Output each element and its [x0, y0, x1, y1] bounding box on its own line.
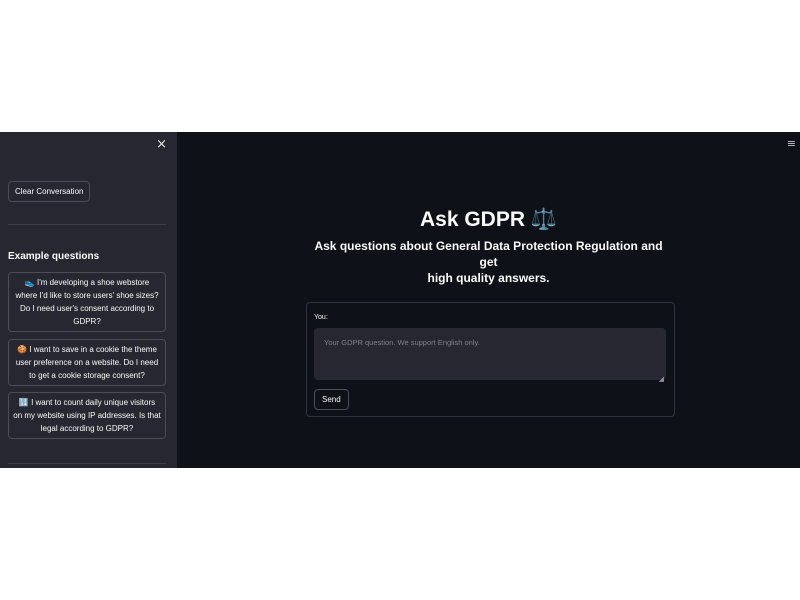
- example-line: GDPR?: [73, 317, 101, 326]
- shoe-icon: 👟: [24, 278, 35, 287]
- app-window: × Clear Conversation Example questions 👟…: [0, 132, 800, 468]
- example-question-cookie[interactable]: 🍪 I want to save in a cookie the theme u…: [8, 339, 166, 386]
- example-line: 👟 I'm developing a shoe webstore: [9, 276, 165, 289]
- example-line: 🍪 I want to save in a cookie the theme: [9, 343, 165, 356]
- example-line: Do I need user's consent according to: [19, 304, 155, 313]
- page-subtitle: Ask questions about General Data Protect…: [307, 238, 670, 286]
- example-question-ip[interactable]: 🔢 I want to count daily unique visitors …: [8, 392, 166, 439]
- example-line: 🔢 I want to count daily unique visitors: [9, 396, 165, 409]
- divider: [8, 463, 166, 464]
- example-text: I want to count daily unique visitors: [31, 398, 156, 407]
- hamburger-menu-icon[interactable]: ≡: [787, 137, 796, 150]
- scales-icon: ⚖️: [530, 208, 558, 231]
- example-text: I want to save in a cookie the theme: [29, 345, 157, 354]
- cookie-icon: 🍪: [17, 345, 28, 354]
- example-line: to get a cookie storage consent?: [29, 371, 145, 380]
- example-text: I'm developing a shoe webstore: [36, 278, 150, 287]
- question-input[interactable]: [314, 328, 666, 380]
- main-content: ≡ Ask GDPR ⚖️ Ask questions about Genera…: [177, 132, 800, 468]
- example-questions-heading: Example questions: [8, 251, 100, 262]
- subtitle-line: high quality answers.: [427, 271, 550, 285]
- question-form: You: ◢ Send: [306, 302, 675, 417]
- page-title: Ask GDPR ⚖️: [177, 208, 800, 232]
- numbers-icon: 🔢: [18, 398, 29, 407]
- example-line: user preference on a website. Do I need: [15, 358, 159, 367]
- close-icon[interactable]: ×: [156, 137, 167, 152]
- subtitle-line: Ask questions about General Data Protect…: [314, 239, 663, 269]
- example-line: legal according to GDPR?: [40, 424, 134, 433]
- title-text: Ask GDPR: [419, 208, 526, 231]
- example-line: where I'd like to store users' shoe size…: [15, 291, 159, 300]
- you-label: You:: [314, 314, 328, 321]
- clear-conversation-button[interactable]: Clear Conversation: [8, 181, 91, 202]
- divider: [8, 224, 166, 225]
- example-question-shoe[interactable]: 👟 I'm developing a shoe webstore where I…: [8, 272, 166, 332]
- send-button[interactable]: Send: [314, 389, 349, 410]
- sidebar: × Clear Conversation Example questions 👟…: [0, 132, 177, 468]
- resize-handle-icon[interactable]: ◢: [659, 375, 664, 383]
- example-line: on my website using IP addresses. Is tha…: [13, 411, 161, 420]
